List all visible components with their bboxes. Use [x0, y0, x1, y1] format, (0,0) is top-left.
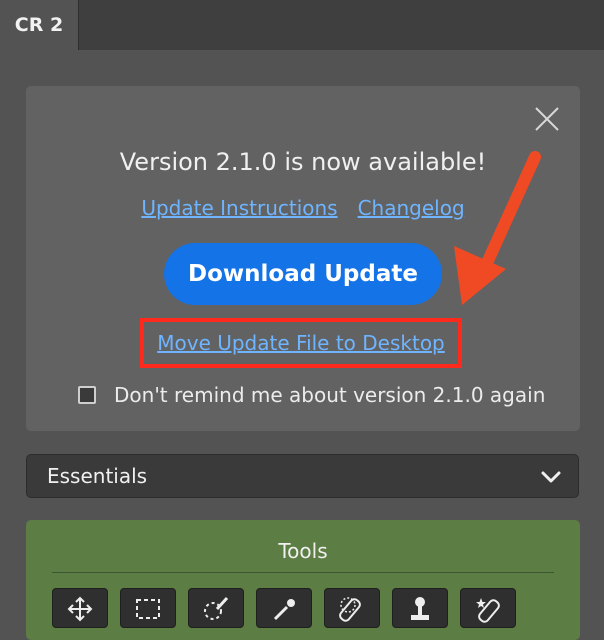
update-links: Update Instructions Changelog — [26, 196, 580, 220]
tab-bar: CR 2 — [0, 0, 604, 50]
quick-selection-icon — [204, 596, 229, 620]
tool-marquee[interactable] — [120, 588, 176, 628]
chevron-down-icon — [541, 471, 561, 483]
update-panel: Version 2.1.0 is now available! Update I… — [26, 86, 580, 431]
workspace-dropdown[interactable]: Essentials — [26, 454, 579, 498]
close-icon[interactable] — [532, 104, 562, 134]
healing-brush-icon — [476, 598, 500, 623]
tool-healing-brush[interactable] — [460, 588, 516, 628]
tools-title: Tools — [278, 539, 328, 563]
tab-divider — [78, 0, 79, 50]
tool-clone-stamp[interactable] — [392, 588, 448, 628]
tool-move[interactable] — [52, 588, 108, 628]
remind-checkbox[interactable] — [78, 386, 96, 404]
highlight-box: Move Update File to Desktop — [140, 318, 462, 368]
marquee-icon — [136, 599, 160, 619]
workspace-dropdown-label: Essentials — [47, 464, 148, 488]
tool-spot-healing[interactable] — [324, 588, 380, 628]
tools-panel: Tools — [26, 520, 580, 640]
tool-eyedropper[interactable] — [256, 588, 312, 628]
clone-stamp-icon — [411, 597, 429, 620]
update-instructions-link[interactable]: Update Instructions — [141, 196, 337, 220]
move-icon — [67, 596, 93, 622]
spot-healing-icon — [339, 597, 361, 622]
tools-divider — [52, 572, 554, 573]
tool-quick-selection[interactable] — [188, 588, 244, 628]
remind-label: Don't remind me about version 2.1.0 agai… — [114, 383, 546, 407]
changelog-link[interactable]: Changelog — [358, 196, 465, 220]
update-title: Version 2.1.0 is now available! — [119, 148, 487, 176]
tab-cr2[interactable]: CR 2 — [0, 0, 78, 50]
eyedropper-icon — [273, 599, 295, 621]
remind-row: Don't remind me about version 2.1.0 agai… — [78, 383, 545, 407]
move-update-file-link[interactable]: Move Update File to Desktop — [157, 331, 445, 355]
download-update-button[interactable]: Download Update — [164, 243, 442, 305]
